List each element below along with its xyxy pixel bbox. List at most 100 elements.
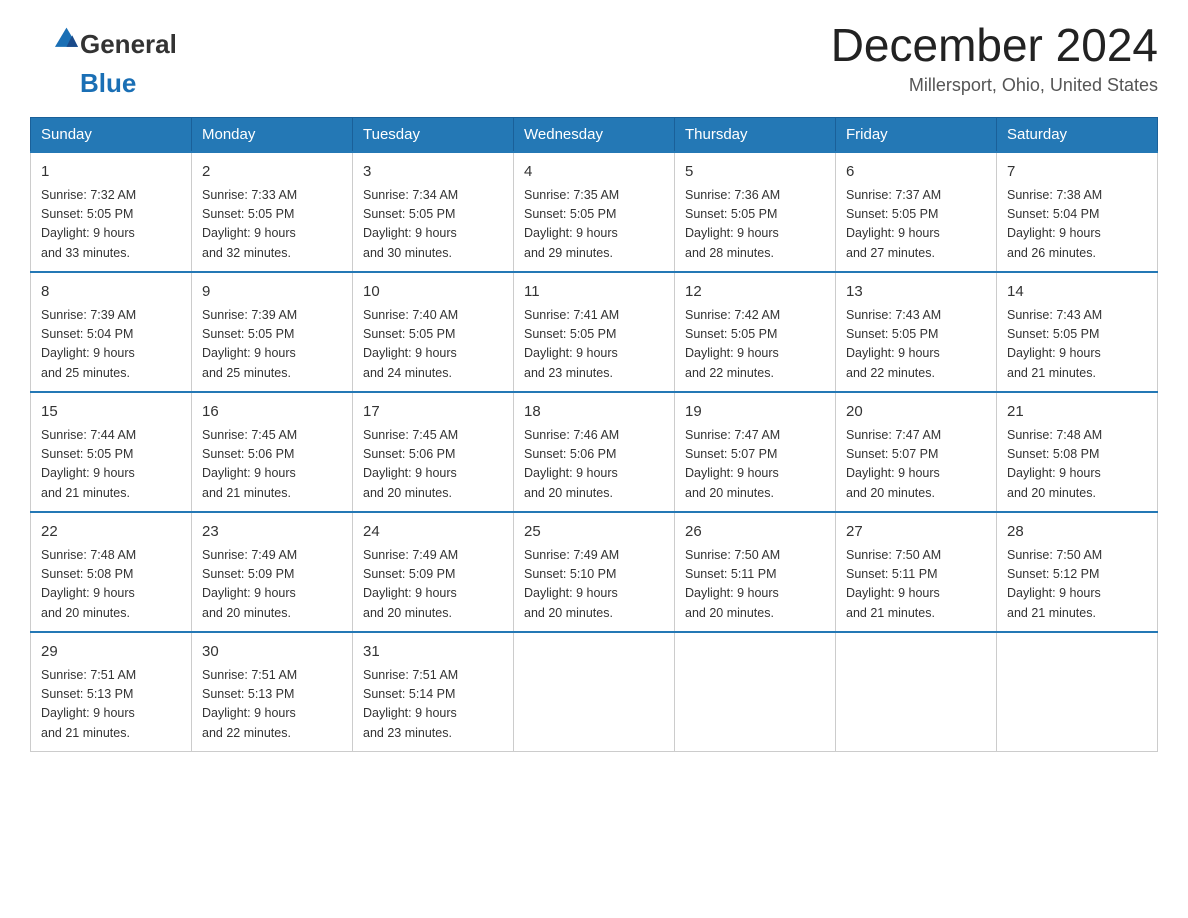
day-number: 23	[202, 521, 342, 544]
calendar-subtitle: Millersport, Ohio, United States	[831, 75, 1158, 96]
day-info: Sunrise: 7:44 AM Sunset: 5:05 PM Dayligh…	[41, 426, 181, 504]
day-number: 16	[202, 401, 342, 424]
day-info: Sunrise: 7:51 AM Sunset: 5:14 PM Dayligh…	[363, 666, 503, 744]
day-info: Sunrise: 7:36 AM Sunset: 5:05 PM Dayligh…	[685, 186, 825, 264]
calendar-cell: 29 Sunrise: 7:51 AM Sunset: 5:13 PM Dayl…	[31, 632, 192, 752]
day-number: 19	[685, 401, 825, 424]
day-info: Sunrise: 7:48 AM Sunset: 5:08 PM Dayligh…	[1007, 426, 1147, 504]
day-number: 21	[1007, 401, 1147, 424]
calendar-cell: 7 Sunrise: 7:38 AM Sunset: 5:04 PM Dayli…	[997, 152, 1158, 272]
calendar-cell: 19 Sunrise: 7:47 AM Sunset: 5:07 PM Dayl…	[675, 392, 836, 512]
day-header-sunday: Sunday	[31, 118, 192, 153]
calendar-header: SundayMondayTuesdayWednesdayThursdayFrid…	[31, 118, 1158, 153]
day-header-wednesday: Wednesday	[514, 118, 675, 153]
title-section: December 2024 Millersport, Ohio, United …	[831, 20, 1158, 96]
day-number: 12	[685, 281, 825, 304]
day-number: 22	[41, 521, 181, 544]
calendar-title: December 2024	[831, 20, 1158, 71]
calendar-cell: 8 Sunrise: 7:39 AM Sunset: 5:04 PM Dayli…	[31, 272, 192, 392]
calendar-week-5: 29 Sunrise: 7:51 AM Sunset: 5:13 PM Dayl…	[31, 632, 1158, 752]
day-number: 25	[524, 521, 664, 544]
calendar-cell: 14 Sunrise: 7:43 AM Sunset: 5:05 PM Dayl…	[997, 272, 1158, 392]
calendar-cell: 4 Sunrise: 7:35 AM Sunset: 5:05 PM Dayli…	[514, 152, 675, 272]
day-number: 17	[363, 401, 503, 424]
day-info: Sunrise: 7:38 AM Sunset: 5:04 PM Dayligh…	[1007, 186, 1147, 264]
day-info: Sunrise: 7:49 AM Sunset: 5:09 PM Dayligh…	[363, 546, 503, 624]
day-number: 15	[41, 401, 181, 424]
calendar-cell: 26 Sunrise: 7:50 AM Sunset: 5:11 PM Dayl…	[675, 512, 836, 632]
calendar-week-4: 22 Sunrise: 7:48 AM Sunset: 5:08 PM Dayl…	[31, 512, 1158, 632]
calendar-cell	[836, 632, 997, 752]
day-number: 27	[846, 521, 986, 544]
page-header: General Blue December 2024 Millersport, …	[30, 20, 1158, 99]
calendar-week-3: 15 Sunrise: 7:44 AM Sunset: 5:05 PM Dayl…	[31, 392, 1158, 512]
day-info: Sunrise: 7:37 AM Sunset: 5:05 PM Dayligh…	[846, 186, 986, 264]
day-info: Sunrise: 7:39 AM Sunset: 5:05 PM Dayligh…	[202, 306, 342, 384]
day-info: Sunrise: 7:40 AM Sunset: 5:05 PM Dayligh…	[363, 306, 503, 384]
day-info: Sunrise: 7:51 AM Sunset: 5:13 PM Dayligh…	[202, 666, 342, 744]
day-info: Sunrise: 7:48 AM Sunset: 5:08 PM Dayligh…	[41, 546, 181, 624]
day-info: Sunrise: 7:43 AM Sunset: 5:05 PM Dayligh…	[846, 306, 986, 384]
day-header-tuesday: Tuesday	[353, 118, 514, 153]
logo-blue-text: Blue	[80, 68, 136, 98]
day-number: 5	[685, 161, 825, 184]
calendar-cell: 28 Sunrise: 7:50 AM Sunset: 5:12 PM Dayl…	[997, 512, 1158, 632]
day-number: 28	[1007, 521, 1147, 544]
day-info: Sunrise: 7:43 AM Sunset: 5:05 PM Dayligh…	[1007, 306, 1147, 384]
day-number: 30	[202, 641, 342, 664]
calendar-cell: 1 Sunrise: 7:32 AM Sunset: 5:05 PM Dayli…	[31, 152, 192, 272]
calendar-cell: 20 Sunrise: 7:47 AM Sunset: 5:07 PM Dayl…	[836, 392, 997, 512]
day-header-saturday: Saturday	[997, 118, 1158, 153]
day-number: 9	[202, 281, 342, 304]
day-number: 29	[41, 641, 181, 664]
day-info: Sunrise: 7:50 AM Sunset: 5:11 PM Dayligh…	[685, 546, 825, 624]
calendar-cell: 13 Sunrise: 7:43 AM Sunset: 5:05 PM Dayl…	[836, 272, 997, 392]
day-info: Sunrise: 7:32 AM Sunset: 5:05 PM Dayligh…	[41, 186, 181, 264]
day-number: 24	[363, 521, 503, 544]
header-row: SundayMondayTuesdayWednesdayThursdayFrid…	[31, 118, 1158, 153]
day-info: Sunrise: 7:50 AM Sunset: 5:11 PM Dayligh…	[846, 546, 986, 624]
calendar-cell: 6 Sunrise: 7:37 AM Sunset: 5:05 PM Dayli…	[836, 152, 997, 272]
calendar-cell	[675, 632, 836, 752]
logo-icon	[30, 20, 78, 68]
calendar-cell	[997, 632, 1158, 752]
calendar-cell: 16 Sunrise: 7:45 AM Sunset: 5:06 PM Dayl…	[192, 392, 353, 512]
calendar-cell	[514, 632, 675, 752]
day-info: Sunrise: 7:47 AM Sunset: 5:07 PM Dayligh…	[685, 426, 825, 504]
day-info: Sunrise: 7:47 AM Sunset: 5:07 PM Dayligh…	[846, 426, 986, 504]
calendar-week-2: 8 Sunrise: 7:39 AM Sunset: 5:04 PM Dayli…	[31, 272, 1158, 392]
calendar-cell: 30 Sunrise: 7:51 AM Sunset: 5:13 PM Dayl…	[192, 632, 353, 752]
calendar-table: SundayMondayTuesdayWednesdayThursdayFrid…	[30, 117, 1158, 752]
calendar-cell: 12 Sunrise: 7:42 AM Sunset: 5:05 PM Dayl…	[675, 272, 836, 392]
calendar-cell: 23 Sunrise: 7:49 AM Sunset: 5:09 PM Dayl…	[192, 512, 353, 632]
calendar-cell: 22 Sunrise: 7:48 AM Sunset: 5:08 PM Dayl…	[31, 512, 192, 632]
day-number: 11	[524, 281, 664, 304]
calendar-week-1: 1 Sunrise: 7:32 AM Sunset: 5:05 PM Dayli…	[31, 152, 1158, 272]
day-info: Sunrise: 7:50 AM Sunset: 5:12 PM Dayligh…	[1007, 546, 1147, 624]
calendar-cell: 21 Sunrise: 7:48 AM Sunset: 5:08 PM Dayl…	[997, 392, 1158, 512]
day-info: Sunrise: 7:45 AM Sunset: 5:06 PM Dayligh…	[363, 426, 503, 504]
day-info: Sunrise: 7:45 AM Sunset: 5:06 PM Dayligh…	[202, 426, 342, 504]
day-number: 31	[363, 641, 503, 664]
day-number: 6	[846, 161, 986, 184]
day-info: Sunrise: 7:51 AM Sunset: 5:13 PM Dayligh…	[41, 666, 181, 744]
day-info: Sunrise: 7:41 AM Sunset: 5:05 PM Dayligh…	[524, 306, 664, 384]
calendar-cell: 11 Sunrise: 7:41 AM Sunset: 5:05 PM Dayl…	[514, 272, 675, 392]
day-header-thursday: Thursday	[675, 118, 836, 153]
calendar-cell: 10 Sunrise: 7:40 AM Sunset: 5:05 PM Dayl…	[353, 272, 514, 392]
day-header-monday: Monday	[192, 118, 353, 153]
logo-general-text: General	[80, 29, 177, 59]
day-info: Sunrise: 7:39 AM Sunset: 5:04 PM Dayligh…	[41, 306, 181, 384]
calendar-cell: 9 Sunrise: 7:39 AM Sunset: 5:05 PM Dayli…	[192, 272, 353, 392]
calendar-cell: 24 Sunrise: 7:49 AM Sunset: 5:09 PM Dayl…	[353, 512, 514, 632]
day-number: 18	[524, 401, 664, 424]
day-info: Sunrise: 7:46 AM Sunset: 5:06 PM Dayligh…	[524, 426, 664, 504]
calendar-body: 1 Sunrise: 7:32 AM Sunset: 5:05 PM Dayli…	[31, 152, 1158, 752]
day-info: Sunrise: 7:35 AM Sunset: 5:05 PM Dayligh…	[524, 186, 664, 264]
day-number: 4	[524, 161, 664, 184]
calendar-cell: 2 Sunrise: 7:33 AM Sunset: 5:05 PM Dayli…	[192, 152, 353, 272]
logo-line1: General	[30, 20, 177, 68]
day-number: 3	[363, 161, 503, 184]
day-info: Sunrise: 7:34 AM Sunset: 5:05 PM Dayligh…	[363, 186, 503, 264]
calendar-cell: 18 Sunrise: 7:46 AM Sunset: 5:06 PM Dayl…	[514, 392, 675, 512]
